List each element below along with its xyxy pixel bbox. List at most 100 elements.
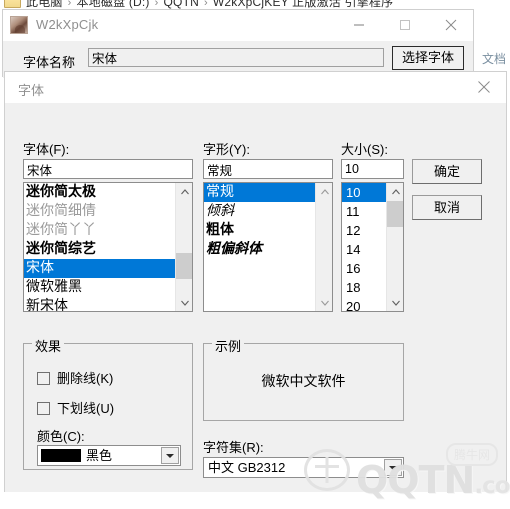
chevron-up-icon — [320, 188, 329, 194]
chevron-down-icon — [180, 300, 189, 306]
list-item[interactable]: 18 — [342, 278, 386, 297]
charset-dropdown[interactable]: 中文 GB2312 — [203, 457, 404, 478]
font-style-listbox[interactable]: 常规 倾斜 粗体 粗偏斜体 — [203, 182, 333, 312]
maximize-button[interactable] — [382, 10, 427, 40]
cancel-button[interactable]: 取消 — [412, 195, 482, 220]
checkbox-box[interactable] — [37, 372, 50, 385]
chevron-down-icon — [389, 465, 397, 470]
app-icon — [10, 16, 28, 34]
list-item[interactable]: 迷你简丫丫 — [24, 221, 175, 240]
breadcrumb-separator: › — [67, 0, 72, 9]
breadcrumb-item-2[interactable]: QQTN — [164, 0, 199, 9]
font-family-label: 字体(F): — [23, 142, 70, 157]
color-label: 颜色(C): — [37, 429, 85, 444]
charset-value: 中文 GB2312 — [208, 460, 286, 475]
font-name-input[interactable] — [88, 48, 384, 67]
scroll-down-button[interactable] — [176, 294, 192, 311]
font-style-list-items: 常规 倾斜 粗体 粗偏斜体 — [204, 183, 315, 311]
list-item[interactable]: 16 — [342, 259, 386, 278]
font-family-listbox[interactable]: 迷你简太极 迷你简细倩 迷你简丫丫 迷你简综艺 宋体 微软雅黑 新宋体 — [23, 182, 193, 312]
font-style-input[interactable] — [203, 159, 333, 179]
list-item-selected[interactable]: 10 — [342, 183, 386, 202]
font-style-label: 字形(Y): — [203, 142, 250, 157]
font-dialog-close-button[interactable] — [461, 72, 506, 102]
charset-label: 字符集(R): — [203, 440, 264, 455]
list-item[interactable]: 粗偏斜体 — [204, 240, 315, 259]
list-item-selected[interactable]: 宋体 — [24, 259, 175, 278]
underline-label: 下划线(U) — [57, 401, 115, 416]
breadcrumb-item-0[interactable]: 此电脑 — [26, 0, 63, 9]
app-titlebar[interactable]: W2kXpCjk — [3, 10, 473, 42]
background-document-text: 文档 — [482, 52, 507, 66]
scroll-up-button[interactable] — [176, 183, 192, 200]
font-size-label: 大小(S): — [341, 142, 388, 157]
dropdown-arrow-button[interactable] — [384, 459, 402, 476]
font-dialog: 字体 字体(F): 字形(Y): 大小(S): 迷你简太极 迷你简细倩 迷你简丫… — [4, 71, 507, 492]
color-swatch — [41, 449, 81, 462]
scroll-up-button[interactable] — [316, 183, 332, 200]
chevron-down-icon — [166, 453, 174, 458]
font-name-label: 字体名称 — [23, 55, 76, 70]
scroll-down-button[interactable] — [387, 294, 403, 311]
effects-group: 效果 删除线(K) 下划线(U) 颜色(C): 黑色 — [23, 336, 193, 470]
font-size-list-items: 10 11 12 14 16 18 20 — [342, 183, 386, 311]
font-size-listbox[interactable]: 10 11 12 14 16 18 20 — [341, 182, 404, 312]
app-title: W2kXpCjk — [36, 17, 99, 32]
font-family-scrollbar[interactable] — [175, 183, 192, 311]
list-item[interactable]: 12 — [342, 221, 386, 240]
list-item[interactable]: 微软雅黑 — [24, 278, 175, 297]
folder-icon — [4, 0, 21, 8]
breadcrumb-separator: › — [203, 0, 208, 9]
app-window: W2kXpCjk 字体名称 选择字体 — [2, 9, 474, 78]
font-size-input[interactable] — [341, 159, 404, 179]
font-size-scrollbar[interactable] — [386, 183, 403, 311]
list-item[interactable]: 迷你简综艺 — [24, 240, 175, 259]
font-style-scrollbar[interactable] — [315, 183, 332, 311]
chevron-up-icon — [180, 188, 189, 194]
scrollbar-thumb[interactable] — [176, 253, 192, 279]
underline-checkbox[interactable]: 下划线(U) — [37, 398, 114, 417]
breadcrumb-item-1[interactable]: 本地磁盘 (D:) — [76, 0, 149, 9]
font-dialog-body: 字体(F): 字形(Y): 大小(S): 迷你简太极 迷你简细倩 迷你简丫丫 迷… — [5, 103, 506, 492]
font-dialog-title: 字体 — [18, 83, 45, 98]
list-item-selected[interactable]: 常规 — [204, 183, 315, 202]
checkbox-box[interactable] — [37, 402, 50, 415]
minimize-button[interactable] — [336, 10, 381, 40]
close-icon — [445, 19, 456, 31]
chevron-down-icon — [391, 300, 400, 306]
sample-group: 示例 微软中文软件 — [203, 336, 404, 421]
list-item[interactable]: 11 — [342, 202, 386, 221]
list-item[interactable]: 迷你简太极 — [24, 183, 175, 202]
chevron-up-icon — [391, 188, 400, 194]
font-family-input[interactable] — [23, 159, 193, 179]
close-icon — [477, 81, 490, 93]
font-dialog-titlebar[interactable]: 字体 — [5, 72, 506, 103]
choose-font-button[interactable]: 选择字体 — [392, 46, 464, 70]
scrollbar-thumb[interactable] — [387, 201, 403, 227]
minimize-icon — [353, 24, 364, 26]
sample-preview-text: 微软中文软件 — [261, 374, 346, 390]
strikeout-checkbox[interactable]: 删除线(K) — [37, 368, 113, 387]
strikeout-label: 删除线(K) — [57, 371, 114, 386]
scroll-down-button[interactable] — [316, 294, 332, 311]
breadcrumb-item-3[interactable]: W2kXpCjKEY 正版激活 引擎程序 — [213, 0, 393, 9]
sample-group-title: 示例 — [212, 336, 245, 355]
chevron-down-icon — [320, 300, 329, 306]
scroll-up-button[interactable] — [387, 183, 403, 200]
screen-root: 此电脑 › 本地磁盘 (D:) › QQTN › W2kXpCjKEY 正版激活 引擎程序 … — [0, 0, 510, 509]
list-item[interactable]: 迷你简细倩 — [24, 202, 175, 221]
dropdown-arrow-button[interactable] — [161, 447, 179, 464]
color-dropdown[interactable]: 黑色 — [37, 445, 181, 466]
ok-button[interactable]: 确定 — [412, 159, 482, 184]
color-value: 黑色 — [86, 448, 113, 463]
close-button[interactable] — [428, 10, 473, 40]
maximize-icon — [399, 20, 410, 30]
font-family-list-items: 迷你简太极 迷你简细倩 迷你简丫丫 迷你简综艺 宋体 微软雅黑 新宋体 — [24, 183, 175, 311]
list-item[interactable]: 新宋体 — [24, 297, 175, 311]
list-item[interactable]: 粗体 — [204, 221, 315, 240]
effects-group-title: 效果 — [32, 336, 65, 355]
list-item[interactable]: 14 — [342, 240, 386, 259]
breadcrumb-separator: › — [154, 0, 159, 9]
list-item[interactable]: 倾斜 — [204, 202, 315, 221]
list-item[interactable]: 20 — [342, 297, 386, 311]
